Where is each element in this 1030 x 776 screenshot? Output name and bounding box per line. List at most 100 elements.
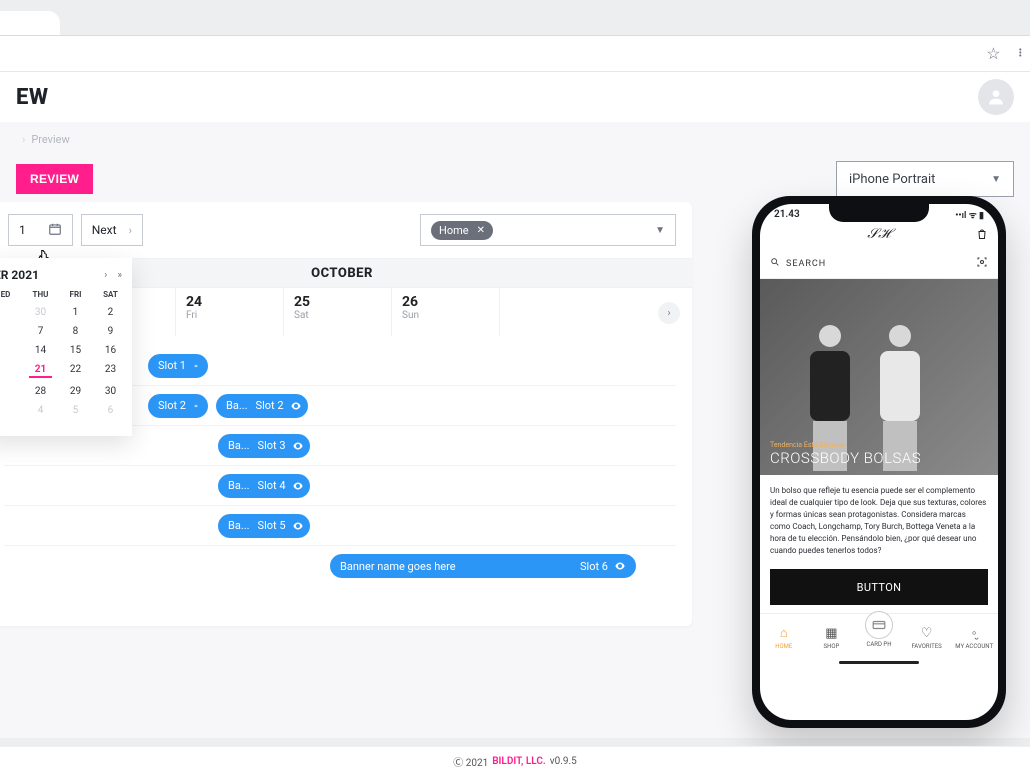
page-title: EW bbox=[16, 85, 49, 110]
calendar-day[interactable]: 1 bbox=[64, 307, 87, 318]
home-indicator bbox=[839, 661, 919, 664]
shopping-bag-icon[interactable] bbox=[976, 228, 988, 243]
device-select-label: iPhone Portrait bbox=[849, 172, 935, 187]
hero-tagline: Tendencia Esta Semana bbox=[770, 441, 921, 449]
banner-pill[interactable]: Ba...Slot 2 bbox=[216, 394, 308, 418]
caret-down-icon: ▼ bbox=[991, 174, 1001, 185]
calendar-day[interactable]: 23 bbox=[99, 364, 122, 378]
eye-icon bbox=[290, 400, 302, 412]
user-icon bbox=[986, 87, 1006, 107]
footer: Ⓒ 2021 BILDIT, LLC. v0.9.5 bbox=[0, 746, 1030, 776]
calendar-day[interactable]: 14 bbox=[29, 345, 52, 356]
bookmark-icon[interactable]: ☆ bbox=[986, 44, 1000, 63]
device-preview-frame: 21.43 ••ıl ᯤ ▮ 𝒮ℋ SEARCH bbox=[752, 196, 1006, 728]
scroll-right-button[interactable]: › bbox=[658, 302, 680, 324]
date-value: 1 bbox=[19, 223, 26, 237]
user-icon: ◦̮ bbox=[972, 625, 977, 641]
brand-logo: 𝒮ℋ bbox=[867, 227, 890, 243]
cal-dow: THU bbox=[29, 290, 52, 299]
cal-dow: SAT bbox=[99, 290, 122, 299]
eye-icon bbox=[194, 400, 198, 412]
banner-pill[interactable]: Ba...Slot 5 bbox=[218, 514, 310, 538]
browser-tab-strip bbox=[0, 0, 1030, 36]
chevron-right-icon[interactable]: › bbox=[104, 270, 107, 281]
status-time: 21.43 bbox=[774, 209, 800, 220]
tab-favorites[interactable]: ♡FAVORITES bbox=[903, 626, 951, 650]
cal-dow: ED bbox=[0, 290, 17, 299]
next-button[interactable]: Next › bbox=[81, 214, 143, 246]
day-number: 25 bbox=[294, 294, 381, 310]
filter-chip[interactable]: Home ✕ bbox=[431, 221, 493, 240]
search-icon bbox=[770, 257, 780, 270]
calendar-day[interactable]: 5 bbox=[64, 405, 87, 416]
next-label: Next bbox=[92, 223, 117, 237]
footer-brand: BILDIT, LLC. bbox=[492, 756, 546, 767]
copyright: Ⓒ 2021 bbox=[453, 754, 488, 769]
calendar-day[interactable]: 30 bbox=[29, 307, 52, 318]
date-input[interactable]: 1 bbox=[8, 214, 73, 246]
heart-icon: ♡ bbox=[921, 626, 933, 641]
filter-chip-label: Home bbox=[439, 224, 469, 237]
phone-notch bbox=[829, 204, 929, 222]
calendar-day[interactable]: 30 bbox=[99, 386, 122, 397]
hero-description: Un bolso que refleje tu esencia puede se… bbox=[760, 475, 998, 569]
device-screen: 21.43 ••ıl ᯤ ▮ 𝒮ℋ SEARCH bbox=[760, 204, 998, 720]
day-name: Sun bbox=[402, 310, 489, 321]
cal-dow: FRI bbox=[64, 290, 87, 299]
banner-pill[interactable]: Banner name goes hereSlot 6 bbox=[330, 554, 636, 578]
hero-image: Tendencia Esta Semana CROSSBODY BOLSAS bbox=[760, 279, 998, 475]
day-name: Fri bbox=[186, 310, 273, 321]
day-name: Sat bbox=[294, 310, 381, 321]
calendar-day[interactable]: 22 bbox=[64, 364, 87, 378]
day-number: 24 bbox=[186, 294, 273, 310]
banner-pill[interactable]: Ba...Slot 3 bbox=[218, 434, 310, 458]
calendar-day[interactable]: 9 bbox=[99, 326, 122, 337]
eye-icon bbox=[194, 360, 198, 372]
slot-pill[interactable]: Slot 1 bbox=[148, 354, 208, 378]
close-icon[interactable]: ✕ bbox=[477, 225, 485, 236]
calendar-day[interactable]: 6 bbox=[99, 405, 122, 416]
page-filter-select[interactable]: Home ✕ ▼ bbox=[420, 214, 676, 246]
footer-version: v0.9.5 bbox=[550, 756, 577, 767]
eye-icon bbox=[292, 440, 304, 452]
tab-shop[interactable]: ▦SHOP bbox=[808, 626, 856, 650]
chevron-right-icon: › bbox=[22, 133, 25, 146]
kebab-menu-icon[interactable]: ••• bbox=[1019, 49, 1022, 58]
chevron-double-right-icon[interactable]: » bbox=[117, 270, 122, 281]
calendar-day[interactable]: 28 bbox=[29, 386, 52, 397]
tab-card[interactable]: CARD PH bbox=[855, 627, 903, 648]
search-placeholder: SEARCH bbox=[786, 259, 826, 269]
calendar-day[interactable]: 21 bbox=[29, 364, 52, 378]
app-header: EW bbox=[0, 72, 1030, 122]
cta-button[interactable]: BUTTON bbox=[770, 569, 988, 605]
eye-icon bbox=[292, 520, 304, 532]
slot-pill[interactable]: Slot 2 bbox=[148, 394, 208, 418]
breadcrumb-current: Preview bbox=[31, 133, 69, 146]
grid-icon: ▦ bbox=[825, 626, 837, 641]
search-bar[interactable]: SEARCH bbox=[760, 249, 998, 279]
active-tab-shape bbox=[0, 11, 60, 35]
banner-pill[interactable]: Ba...Slot 4 bbox=[218, 474, 310, 498]
calendar-day[interactable]: 2 bbox=[99, 307, 122, 318]
calendar-day[interactable]: 8 bbox=[64, 326, 87, 337]
day-number: 26 bbox=[402, 294, 489, 310]
tab-bar: ⌂HOME ▦SHOP CARD PH ♡FAVORITES ◦̮MY ACCO… bbox=[760, 613, 998, 661]
calendar-popover[interactable]: ER 2021 › » ED THU FRI SAT 30 1 2 7 8 9 14 15… bbox=[0, 258, 132, 436]
avatar[interactable] bbox=[978, 79, 1014, 115]
breadcrumb: › Preview bbox=[0, 122, 1030, 156]
tab-home[interactable]: ⌂HOME bbox=[760, 625, 808, 650]
calendar-day[interactable]: 4 bbox=[29, 405, 52, 416]
calendar-month-label: ER 2021 bbox=[0, 268, 39, 282]
calendar-day[interactable]: 29 bbox=[64, 386, 87, 397]
scan-icon[interactable] bbox=[976, 256, 988, 271]
tab-account[interactable]: ◦̮MY ACCOUNT bbox=[950, 625, 998, 650]
hero-title: CROSSBODY BOLSAS bbox=[770, 449, 921, 467]
eye-icon bbox=[292, 480, 304, 492]
device-select[interactable]: iPhone Portrait ▼ bbox=[836, 161, 1014, 197]
calendar-day[interactable]: 16 bbox=[99, 345, 122, 356]
calendar-day[interactable]: 15 bbox=[64, 345, 87, 356]
browser-toolbar: ☆ ••• bbox=[0, 36, 1030, 72]
calendar-icon bbox=[48, 222, 62, 239]
preview-button[interactable]: REVIEW bbox=[16, 164, 93, 194]
calendar-day[interactable]: 7 bbox=[29, 326, 52, 337]
